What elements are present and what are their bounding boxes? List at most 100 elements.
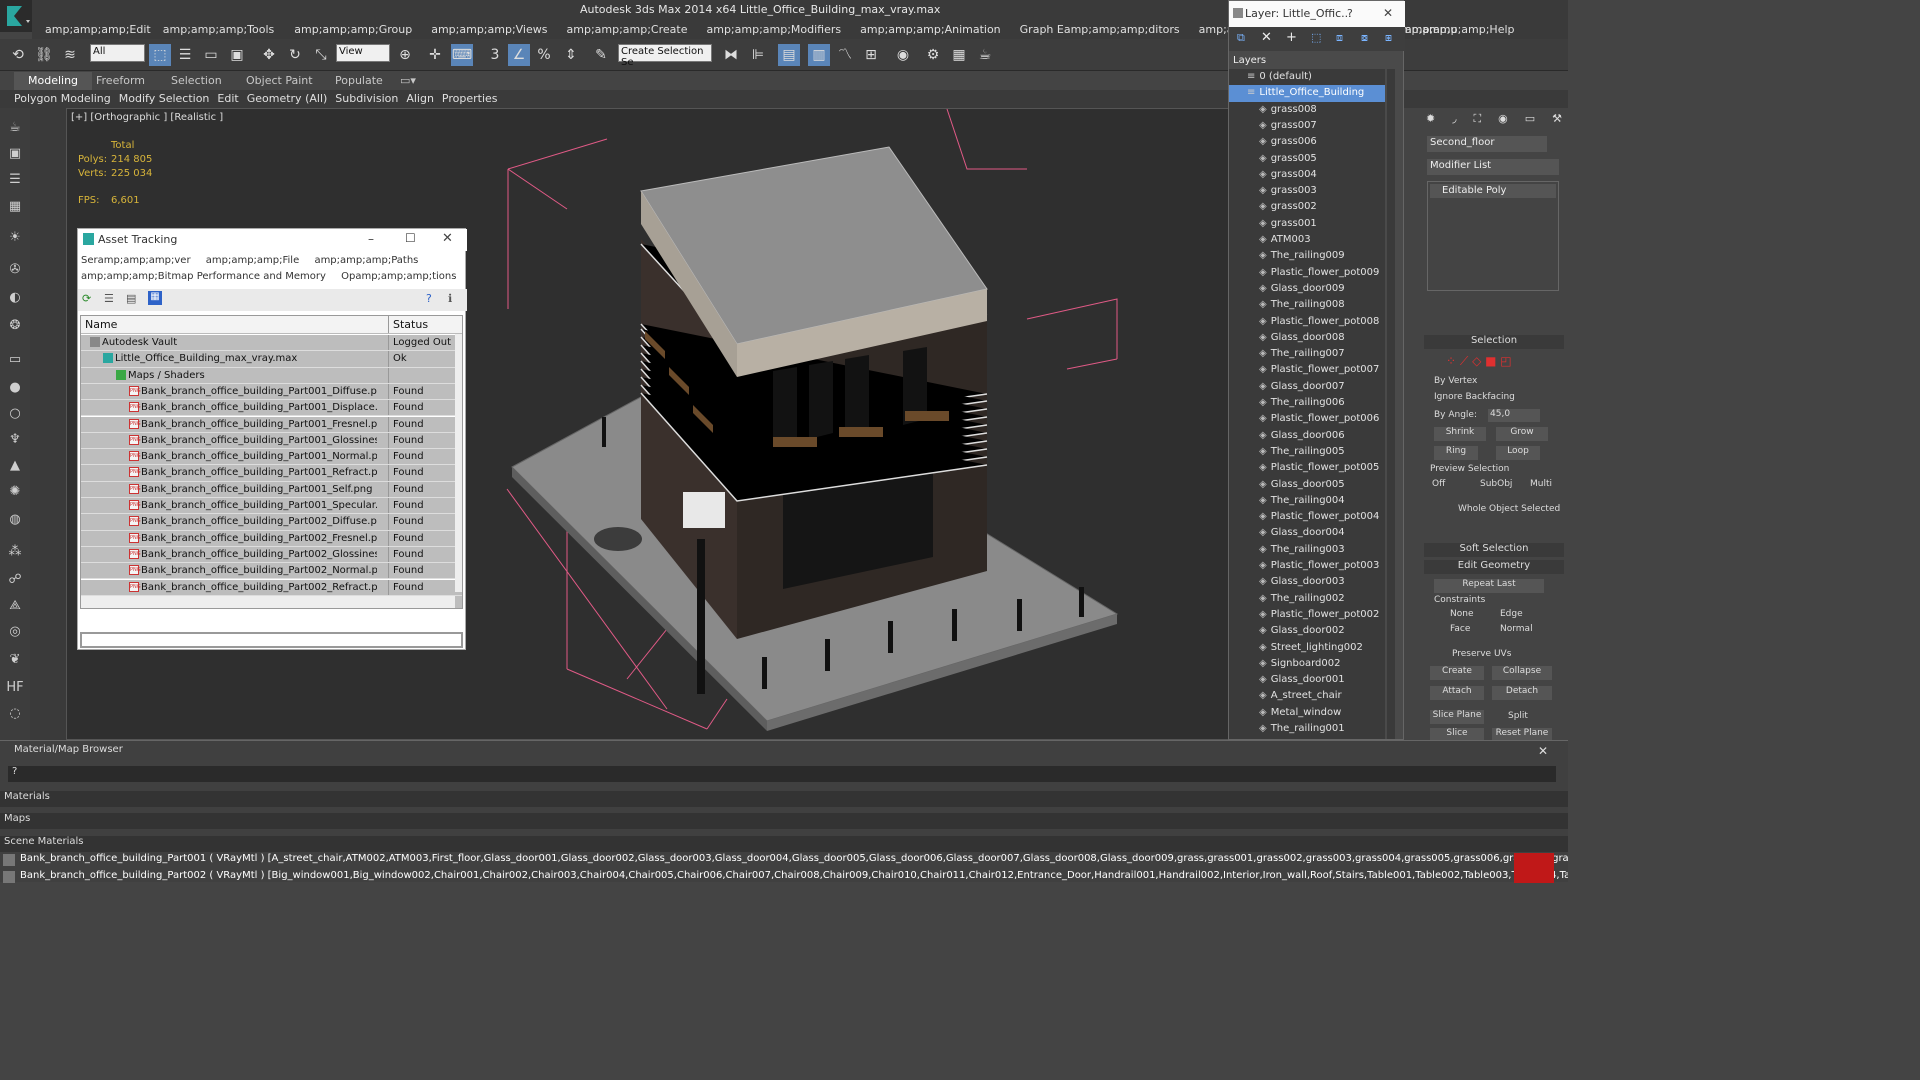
triangle-icon[interactable]: ⟁ [5,596,25,616]
by-angle-checkbox[interactable]: By Angle: [1434,410,1477,420]
motion-tab-icon[interactable]: ◉ [1498,112,1508,132]
tab-selection[interactable]: Selection [171,74,222,87]
menu-tools[interactable]: amp;amp;amp;Tools [163,21,275,39]
material-editor-icon[interactable]: ◉ [892,44,914,66]
loop-button[interactable]: Loop [1496,446,1540,460]
asset-row[interactable]: PNGBank_branch_office_building_Part001_D… [81,400,462,417]
detach-button[interactable]: Detach [1492,686,1552,700]
modify-tab-icon[interactable]: ◞ [1452,112,1456,132]
asset-row[interactable]: PNGBank_branch_office_building_Part001_G… [81,432,462,450]
rect-region-icon[interactable]: ▭ [200,44,222,66]
create-tab-icon[interactable]: ✹ [1426,112,1435,132]
layer-list-item[interactable]: ◈ The_railing009 [1229,248,1385,264]
particles-icon[interactable]: ⁂ [5,542,25,562]
constraint-none-radio[interactable]: None [1450,609,1473,619]
asset-menu-file[interactable]: amp;amp;amp;File [206,255,300,266]
tab-populate[interactable]: Populate [335,74,383,87]
spinner-snap-icon[interactable]: ⇕ [560,44,582,66]
layer-list-item[interactable]: ◈ grass006 [1229,134,1385,150]
angle-input[interactable]: 45,0 [1488,409,1540,422]
create-button[interactable]: Create [1430,666,1484,680]
highlight-layer-icon[interactable]: ⧈ [1336,31,1343,45]
add-to-layer-icon[interactable]: + [1286,30,1297,45]
layer-panel-title[interactable]: Layer: Little_Offic... [1229,1,1405,27]
asset-row[interactable]: PNGBank_branch_office_building_Part001_D… [81,383,462,401]
cone-icon[interactable]: ▲ [5,456,25,476]
browser-search-input[interactable]: ? [8,766,1556,782]
sun-icon[interactable]: ✺ [5,482,25,502]
tab-freeform[interactable]: Freeform [96,74,145,87]
ribbon-toggle-icon[interactable]: ▥ [808,44,830,66]
maximize-icon[interactable]: ☐ [405,231,416,245]
named-selection-select[interactable]: Create Selection Se [618,44,712,68]
modifier-list-select[interactable]: Modifier List [1427,159,1559,175]
menu-edit[interactable]: amp;amp;amp;Edit [45,21,151,39]
layer-list-item[interactable]: ◈ ATM003 [1229,232,1385,248]
layer-list-item[interactable]: ≡ 0 (default) [1229,69,1385,85]
layer-list-item[interactable]: ◈ grass001 [1229,216,1385,232]
ribbon-options-icon[interactable]: ▭▾ [400,74,416,87]
menu-views[interactable]: amp;amp;amp;Views [431,21,547,39]
layer-manager-icon[interactable]: ▤ [778,44,800,66]
minimize-icon[interactable]: – [368,232,374,246]
link-icon[interactable]: ⛓ [33,44,55,66]
render-setup-icon[interactable]: ⚙ [922,44,944,66]
object-name-field[interactable]: Second_floor [1427,136,1547,152]
split-checkbox[interactable]: Split [1508,711,1528,721]
close-icon[interactable]: ✕ [442,231,453,246]
app-logo-icon[interactable] [0,0,32,32]
asset-row[interactable]: PNGBank_branch_office_building_Part002_R… [81,579,462,596]
keyboard-shortcut-icon[interactable]: ⌨ [451,44,473,66]
scene-materials-group[interactable]: Scene Materials [0,836,1568,852]
plane-icon[interactable]: ▭ [5,350,25,370]
layer-list-item[interactable]: ◈ The_railing003 [1229,542,1385,558]
maps-group[interactable]: Maps [0,813,1568,829]
subobject-vertex-icons[interactable]: ⁘ ⟋ ◇ ■ ◰ [1446,354,1512,369]
sphere-icon[interactable]: ● [5,378,25,398]
menu-graph-editors[interactable]: Graph Eamp;amp;amp;ditors [1020,21,1180,39]
angle-snap-icon[interactable]: ∠ [508,44,530,66]
layer-list-item[interactable]: ◈ Glass_door008 [1229,330,1385,346]
asset-row[interactable]: PNGBank_branch_office_building_Part002_D… [81,514,462,531]
panel-edit[interactable]: Edit [217,90,238,108]
constraint-face-radio[interactable]: Face [1450,624,1470,634]
layer-list-item[interactable]: ◈ Metal_window [1229,705,1385,721]
asset-row[interactable]: Maps / Shaders [81,367,462,384]
layer-list-item[interactable]: ◈ Glass_door001 [1229,672,1385,688]
tab-object-paint[interactable]: Object Paint [246,74,313,87]
film-icon[interactable]: ❂ [5,316,25,336]
preview-subobj-radio[interactable]: SubObj [1480,479,1512,489]
globe-icon[interactable]: ◎ [5,622,25,642]
column-name[interactable]: Name [85,318,117,331]
asset-row[interactable]: PNGBank_branch_office_building_Part001_S… [81,481,462,498]
collapse-button[interactable]: Collapse [1492,666,1552,680]
scale-icon[interactable]: ⤡ [310,44,332,66]
layer-list-item[interactable]: ◈ Plastic_flower_pot005 [1229,460,1385,476]
select-object-icon[interactable]: ⬚ [149,44,171,66]
hair-icon[interactable]: HF [5,678,25,698]
molecule-icon[interactable]: ☍ [5,570,25,590]
reset-plane-button[interactable]: Reset Plane [1492,728,1552,740]
rendered-frame-icon[interactable]: ▦ [948,44,970,66]
layer-list-item[interactable]: ◈ The_railing002 [1229,591,1385,607]
glossy-sphere-icon[interactable]: ○ [5,404,25,424]
asset-path-input[interactable] [80,632,463,648]
column-status[interactable]: Status [393,318,428,331]
texture-icon[interactable]: ◌ [5,704,25,724]
menu-create[interactable]: amp;amp;amp;Create [567,21,688,39]
layer-list-item[interactable]: ◈ Glass_door009 [1229,281,1385,297]
constraint-edge-radio[interactable]: Edge [1500,609,1523,619]
edit-geometry-rollout[interactable]: Edit Geometry [1424,560,1564,574]
table-view-icon[interactable]: ▦ [148,291,162,305]
menu-group[interactable]: amp;amp;amp;Group [294,21,412,39]
ball-icon[interactable]: ◍ [5,510,25,530]
asset-row[interactable]: PNGBank_branch_office_building_Part002_F… [81,530,462,547]
layer-list-item[interactable]: ◈ grass008 [1229,102,1385,118]
layer-list-item[interactable]: ◈ grass004 [1229,167,1385,183]
layer-list-item[interactable]: ◈ Glass_door002 [1229,623,1385,639]
light-icon[interactable]: ☀ [5,228,25,248]
tab-modeling[interactable]: Modeling [14,72,93,90]
layer-list-item[interactable]: ◈ The_railing007 [1229,346,1385,362]
panel-polygon-modeling[interactable]: Polygon Modeling [14,90,111,108]
materials-group[interactable]: Materials [0,791,1568,807]
